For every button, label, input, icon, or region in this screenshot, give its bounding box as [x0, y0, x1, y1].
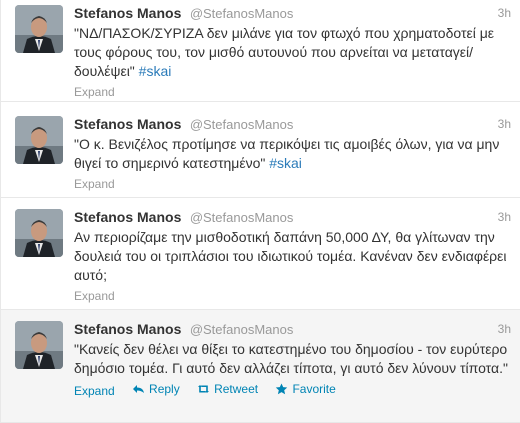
tweet-item[interactable]: Stefanos Manos @StefanosManos 3h "Ο κ. Β… — [1, 102, 520, 198]
fullname[interactable]: Stefanos Manos — [74, 321, 181, 337]
tweet-header: Stefanos Manos @StefanosManos 3h — [74, 319, 511, 339]
tweet-item[interactable]: Stefanos Manos @StefanosManos 3h Αν περι… — [1, 198, 520, 310]
timestamp[interactable]: 3h — [498, 207, 511, 227]
tweet-actions: Expand — [74, 84, 511, 100]
reply-button[interactable]: Reply — [132, 381, 180, 397]
tweet-text: Αν περιορίζαμε την μισθοδοτική δαπάνη 50… — [74, 228, 511, 285]
tweet-text-body: "Κανείς δεν θέλει να θίξει το κατεστημέν… — [74, 341, 508, 376]
timestamp[interactable]: 3h — [498, 114, 511, 134]
retweet-icon — [198, 385, 210, 393]
avatar[interactable] — [15, 5, 63, 53]
tweet-text-body: "ΝΔ/ΠΑΣΟΚ/ΣΥΡΙΖΑ δεν μιλάνε για τον φτωχ… — [74, 25, 495, 79]
reply-icon — [133, 385, 145, 393]
avatar[interactable] — [15, 209, 63, 257]
tweet-actions: Expand — [74, 176, 511, 192]
retweet-button[interactable]: Retweet — [197, 381, 258, 397]
fullname[interactable]: Stefanos Manos — [74, 5, 181, 21]
expand-link[interactable]: Expand — [74, 85, 115, 99]
tweet-item[interactable]: Stefanos Manos @StefanosManos 3h "ΝΔ/ΠΑΣ… — [1, 0, 520, 102]
username[interactable]: @StefanosManos — [190, 322, 294, 337]
avatar[interactable] — [15, 116, 63, 164]
fullname[interactable]: Stefanos Manos — [74, 209, 181, 225]
username[interactable]: @StefanosManos — [190, 210, 294, 225]
tweet-actions: Expand Reply Retweet Favorite — [74, 381, 511, 399]
retweet-label: Retweet — [214, 382, 259, 396]
timestamp[interactable]: 3h — [498, 319, 511, 339]
hashtag-link[interactable]: #skai — [269, 155, 302, 171]
expand-link[interactable]: Expand — [74, 177, 115, 191]
reply-label: Reply — [149, 382, 180, 396]
timestamp[interactable]: 3h — [498, 3, 511, 23]
fullname[interactable]: Stefanos Manos — [74, 116, 181, 132]
tweet-header: Stefanos Manos @StefanosManos 3h — [74, 207, 511, 227]
favorite-label: Favorite — [292, 382, 336, 396]
tweet-text: "Ο κ. Βενιζέλος προτίμησε να περικόψει τ… — [74, 135, 511, 173]
tweet-item[interactable]: Stefanos Manos @StefanosManos 3h "Κανείς… — [1, 310, 520, 423]
tweet-actions: Expand — [74, 288, 511, 304]
expand-link[interactable]: Expand — [74, 384, 115, 398]
avatar[interactable] — [15, 321, 63, 369]
tweet-text: "ΝΔ/ΠΑΣΟΚ/ΣΥΡΙΖΑ δεν μιλάνε για τον φτωχ… — [74, 24, 511, 81]
tweet-text: "Κανείς δεν θέλει να θίξει το κατεστημέν… — [74, 340, 511, 378]
hashtag-link[interactable]: #skai — [139, 63, 172, 79]
tweet-timeline: Stefanos Manos @StefanosManos 3h "ΝΔ/ΠΑΣ… — [0, 0, 520, 423]
username[interactable]: @StefanosManos — [190, 117, 294, 132]
username[interactable]: @StefanosManos — [190, 6, 294, 21]
tweet-text-body: Αν περιορίζαμε την μισθοδοτική δαπάνη 50… — [74, 229, 507, 283]
favorite-button[interactable]: Favorite — [275, 381, 336, 397]
expand-link[interactable]: Expand — [74, 289, 115, 303]
star-icon — [276, 383, 288, 395]
tweet-header: Stefanos Manos @StefanosManos 3h — [74, 114, 511, 134]
tweet-header: Stefanos Manos @StefanosManos 3h — [74, 3, 511, 23]
